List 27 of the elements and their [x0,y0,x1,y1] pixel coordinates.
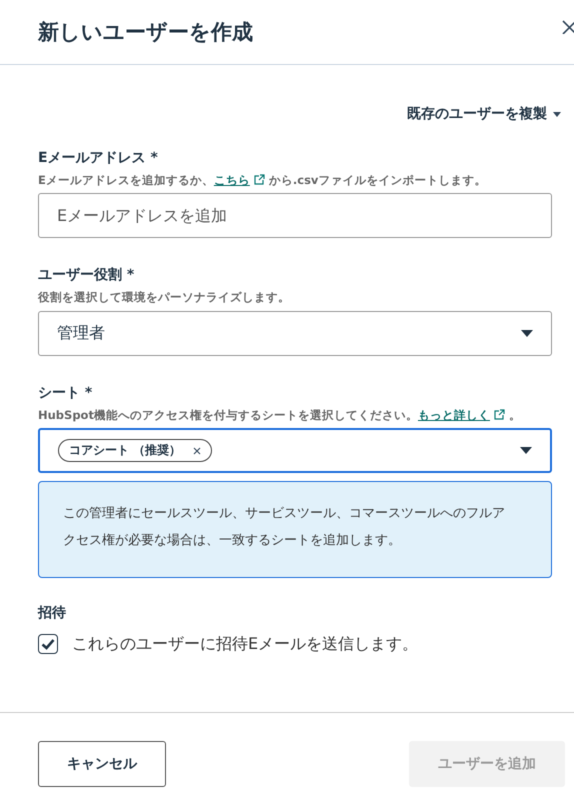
clone-user-dropdown[interactable]: 既存のユーザーを複製 [407,105,561,123]
field-label: シート * [38,384,94,402]
section-label: 招待 [38,604,67,622]
dialog-title: 新しいユーザーを作成 [38,19,253,46]
field-label: ユーザー役割 * [38,266,136,284]
learn-more-link[interactable]: もっと詳しく [418,408,490,422]
alert-text: この管理者にセールスツール、サービスツール、コマースツールへのフルアクセス権が必要な場合は、一致するシートを追加します。 [63,505,506,550]
import-link[interactable]: こちら [214,173,250,187]
caret-icon [521,330,533,337]
email-input-field[interactable]: Eメールアドレスを追加 [38,193,552,238]
remove-icon[interactable] [193,446,202,455]
external-link-icon [494,408,505,420]
help-text: 役割を選択して環境をパーソナライズします。 [38,289,291,306]
role-dropdown[interactable]: 管理者 [38,310,552,356]
help-text: Eメールアドレスを追加するか、こちら から.csvファイルをインポートします。 [38,172,488,189]
close-icon[interactable] [562,20,574,34]
caret-icon [520,447,532,454]
checkmark-icon [41,638,55,650]
invite-checkbox[interactable] [38,634,58,654]
footer-button[interactable]: キャンセル [38,741,166,787]
help-text: HubSpot機能へのアクセス権を付与するシートを選択してください。もっと詳しく 。 [38,406,522,424]
field-label: Eメールアドレス * [38,149,159,167]
external-link-icon [254,174,265,185]
seat-dropdown[interactable]: コアシート （推奨） [38,428,552,474]
checkbox-label: これらのユーザーに招待Eメールを送信します。 [72,634,418,655]
caret-icon [553,112,561,116]
tag-label: コアシート （推奨） [69,442,182,460]
